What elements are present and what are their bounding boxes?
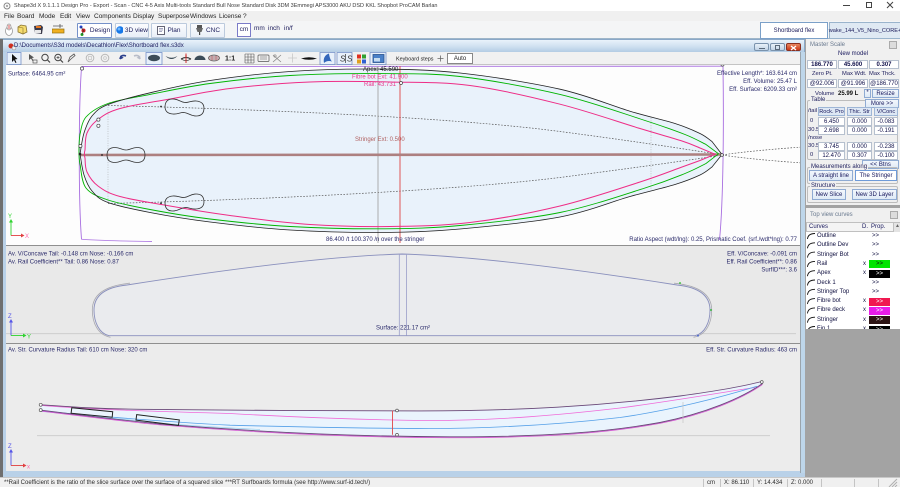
svg-text:Eff. V/Concave: -0.091 cm: Eff. V/Concave: -0.091 cm xyxy=(727,252,797,258)
svg-text:Av. V/Concave Tail: -0.148 cm: Av. V/Concave Tail: -0.148 cm Nose: -0.1… xyxy=(8,252,133,258)
svg-text:S: S xyxy=(340,55,346,64)
svg-text:Y: Y xyxy=(8,214,12,220)
svg-text:Apex: 45.590: Apex: 45.590 xyxy=(363,67,399,73)
svg-text:Z: Z xyxy=(8,444,12,450)
svg-text:Surface: 6464.95 cm²: Surface: 6464.95 cm² xyxy=(8,72,65,78)
svg-text:x: x xyxy=(27,465,30,471)
svg-text:Surface: 221.17 cm²: Surface: 221.17 cm² xyxy=(376,326,430,332)
svg-text:Keyboard steps: Keyboard steps xyxy=(396,57,434,63)
svg-text:Eff. Rail Coefficient**: 0.86: Eff. Rail Coefficient**: 0.86 xyxy=(727,260,798,266)
svg-text:Av. Str. Curvature Radius Tail: Av. Str. Curvature Radius Tail: 610 cm N… xyxy=(8,348,147,354)
svg-text:Y: Y xyxy=(27,335,31,341)
svg-text:X: X xyxy=(25,234,29,240)
svg-text:Stringer Ext: 0.500: Stringer Ext: 0.500 xyxy=(355,137,405,143)
svg-text:Eff. Surface: 6209.33 cm²: Eff. Surface: 6209.33 cm² xyxy=(729,87,797,93)
svg-text:86.400 /t 100.370 /n over the: 86.400 /t 100.370 /n over the stringer xyxy=(326,237,424,243)
svg-text:Ratio Aspect (wdt/lng): 0.25,: Ratio Aspect (wdt/lng): 0.25, Prismatic … xyxy=(629,237,797,243)
svg-text:Fibre bot Ext: 41.900: Fibre bot Ext: 41.900 xyxy=(352,75,408,81)
svg-text:Rail: 43.731: Rail: 43.731 xyxy=(364,82,397,88)
svg-text:Eff. Str. Curvature Radius: 46: Eff. Str. Curvature Radius: 463 cm xyxy=(706,348,797,354)
svg-text:S: S xyxy=(347,55,353,64)
svg-text:Z: Z xyxy=(8,314,12,320)
svg-text:Av. Rail Coefficient** Tail:: Av. Rail Coefficient** Tail: 0.86 Nose: … xyxy=(8,260,120,266)
svg-text:SurfID***: 3.6: SurfID***: 3.6 xyxy=(761,268,797,274)
svg-text:1:1: 1:1 xyxy=(225,56,235,63)
svg-text:Eff. Volume: 25.47 L: Eff. Volume: 25.47 L xyxy=(743,79,798,85)
svg-text:Effective Length*: 163.614 cm: Effective Length*: 163.614 cm xyxy=(717,71,797,77)
